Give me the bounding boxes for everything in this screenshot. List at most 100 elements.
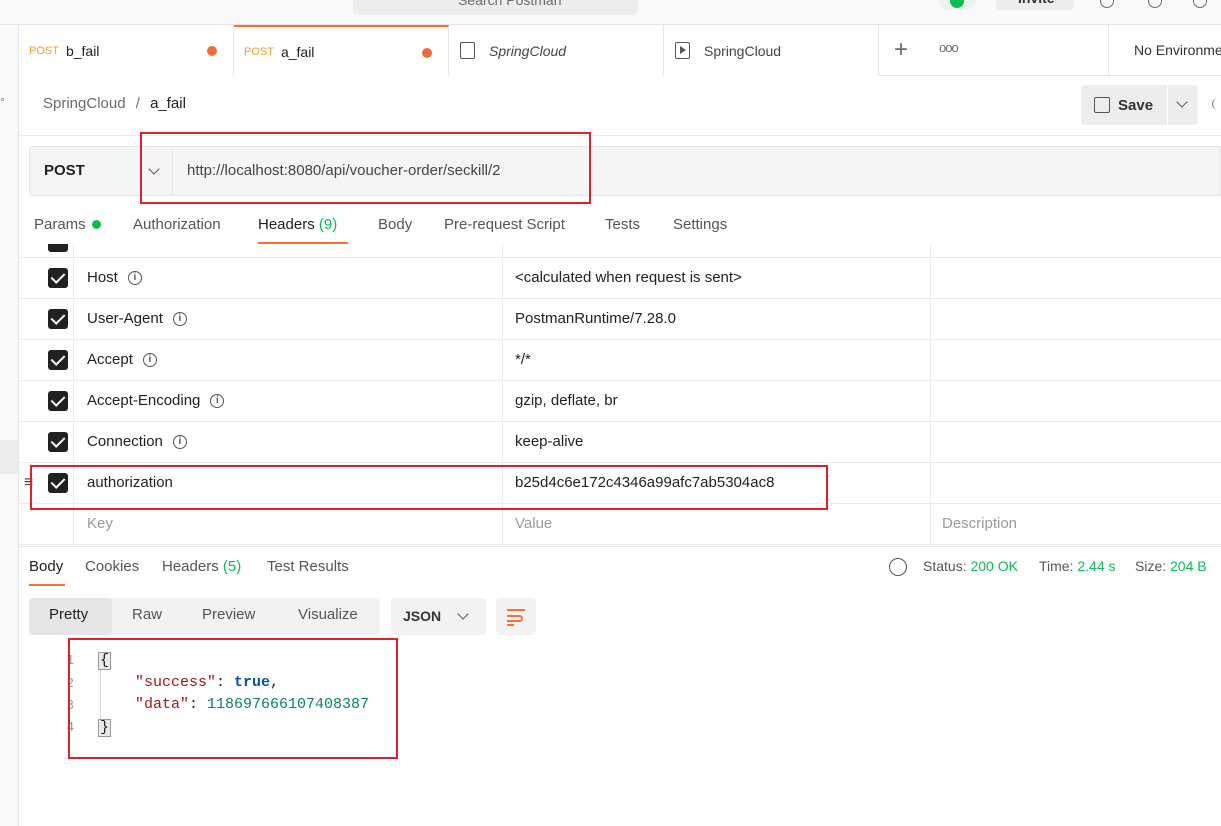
- table-row: Accept-Encoding i gzip, deflate, br: [19, 381, 1221, 422]
- tab-label: SpringCloud: [704, 42, 782, 59]
- highlight-box-authorization: [30, 465, 828, 510]
- tab-settings[interactable]: Settings: [673, 216, 727, 233]
- invite-button[interactable]: Invite: [996, 0, 1074, 10]
- wrap-icon: [507, 609, 525, 611]
- headers-count-badge: (9): [318, 216, 338, 233]
- chevron-down-icon: [1176, 96, 1188, 108]
- table-row: User-Agent i PostmanRuntime/7.28.0: [19, 299, 1221, 340]
- size-readout: Size: 204 B: [1135, 558, 1207, 574]
- runner-icon: [675, 42, 690, 59]
- breadcrumb-parent[interactable]: SpringCloud: [43, 95, 126, 112]
- params-active-dot-icon: [91, 220, 101, 229]
- rail-indicator-icon: °: [0, 95, 5, 109]
- tab-headers-label: Headers: [258, 216, 315, 233]
- header-key: Accept i: [87, 340, 157, 381]
- header-enabled-checkbox[interactable]: [48, 309, 68, 329]
- tab-b-fail[interactable]: POST b_fail: [19, 25, 234, 76]
- tab-pre-request-script[interactable]: Pre-request Script: [444, 216, 565, 233]
- tab-params-label: Params: [34, 216, 86, 233]
- save-icon: [1094, 97, 1110, 113]
- table-row: Accept i */*: [19, 340, 1221, 381]
- wrap-lines-button[interactable]: [496, 598, 536, 635]
- response-headers-label: Headers: [162, 558, 219, 575]
- save-button[interactable]: Save: [1081, 85, 1167, 125]
- tab-label: SpringCloud: [489, 42, 567, 59]
- info-icon[interactable]: i: [142, 353, 157, 368]
- tab-body[interactable]: Body: [378, 216, 412, 233]
- header-value[interactable]: */*: [515, 340, 531, 381]
- response-divider: [19, 546, 1221, 547]
- format-raw-button[interactable]: Raw: [132, 606, 162, 623]
- header-key: Host i: [87, 258, 142, 299]
- breadcrumb-current[interactable]: a_fail: [150, 95, 186, 112]
- highlight-box-url: [140, 132, 591, 204]
- response-tab-headers[interactable]: Headers (5): [162, 558, 241, 575]
- time-readout: Time: 2.44 s: [1039, 558, 1116, 574]
- response-tab-body[interactable]: Body: [29, 558, 63, 575]
- tab-tests[interactable]: Tests: [605, 216, 640, 233]
- format-visualize-button[interactable]: Visualize: [298, 606, 358, 623]
- environment-selector[interactable]: No Environment: [1108, 25, 1221, 76]
- tab-params[interactable]: Params: [34, 216, 101, 233]
- left-rail-selected-item[interactable]: [0, 440, 18, 474]
- table-row: Connection i keep-alive: [19, 422, 1221, 463]
- more-tabs-icon[interactable]: ooo: [939, 40, 959, 55]
- new-value-input[interactable]: Value: [515, 504, 552, 545]
- status-value[interactable]: 200 OK: [970, 558, 1017, 574]
- highlight-box-response: [68, 638, 398, 759]
- save-label: Save: [1118, 96, 1154, 114]
- new-description-input[interactable]: Description: [942, 504, 1017, 545]
- table-row: Host i <calculated when request is sent>: [19, 258, 1221, 299]
- header-value[interactable]: PostmanRuntime/7.28.0: [515, 299, 676, 340]
- breadcrumb: SpringCloud / a_fail: [43, 95, 186, 112]
- breadcrumb-separator: /: [135, 95, 140, 112]
- response-tab-test-results[interactable]: Test Results: [267, 558, 349, 575]
- header-enabled-checkbox[interactable]: [48, 432, 68, 452]
- unsaved-dot-icon: [422, 48, 432, 58]
- status-readout: Status: 200 OK: [923, 558, 1018, 574]
- tab-springcloud-collection[interactable]: SpringCloud: [449, 25, 664, 76]
- comments-icon[interactable]: [1212, 98, 1221, 110]
- header-value[interactable]: keep-alive: [515, 422, 583, 463]
- tab-label: b_fail: [65, 42, 100, 59]
- header-key: Accept-Encoding i: [87, 381, 225, 422]
- tab-headers[interactable]: Headers (9): [258, 216, 337, 233]
- table-row-partial: [19, 244, 1221, 258]
- globe-icon[interactable]: [889, 558, 907, 576]
- info-icon[interactable]: i: [172, 312, 187, 327]
- format-pretty-label: Pretty: [49, 606, 89, 623]
- header-value[interactable]: gzip, deflate, br: [515, 381, 618, 422]
- format-preview-button[interactable]: Preview: [202, 606, 255, 623]
- tab-springcloud-runner[interactable]: SpringCloud: [664, 25, 879, 76]
- tab-a-fail[interactable]: POST a_fail: [234, 25, 449, 76]
- header-enabled-checkbox[interactable]: [48, 268, 68, 288]
- response-tab-cookies[interactable]: Cookies: [85, 558, 139, 575]
- header-value[interactable]: <calculated when request is sent>: [515, 258, 742, 299]
- header-key: Connection i: [87, 422, 187, 463]
- header-key: User-Agent i: [87, 299, 187, 340]
- method-badge: POST: [29, 44, 59, 57]
- tab-label: a_fail: [280, 43, 315, 60]
- size-value[interactable]: 204 B: [1170, 558, 1207, 574]
- info-icon[interactable]: i: [172, 435, 187, 450]
- header-enabled-checkbox[interactable]: [48, 350, 68, 370]
- unsaved-dot-icon: [207, 46, 217, 56]
- active-tab-indicator: [29, 584, 65, 586]
- save-dropdown-button[interactable]: [1168, 85, 1198, 125]
- table-row-new: Key Value Description: [19, 504, 1221, 545]
- chevron-down-icon: [457, 608, 469, 620]
- new-key-input[interactable]: Key: [87, 504, 113, 545]
- info-icon[interactable]: i: [210, 394, 225, 409]
- left-rail: [0, 25, 19, 826]
- method-badge: POST: [244, 45, 274, 58]
- time-value[interactable]: 2.44 s: [1077, 558, 1115, 574]
- search-input[interactable]: Search Postman: [353, 0, 638, 15]
- info-icon[interactable]: i: [127, 271, 142, 286]
- response-headers-count: (5): [222, 558, 242, 575]
- method-label: POST: [44, 162, 85, 179]
- new-tab-plus-icon[interactable]: +: [894, 38, 908, 62]
- language-select[interactable]: JSON: [391, 598, 486, 635]
- language-label: JSON: [403, 608, 442, 624]
- header-enabled-checkbox[interactable]: [48, 391, 68, 411]
- tab-authorization[interactable]: Authorization: [133, 216, 221, 233]
